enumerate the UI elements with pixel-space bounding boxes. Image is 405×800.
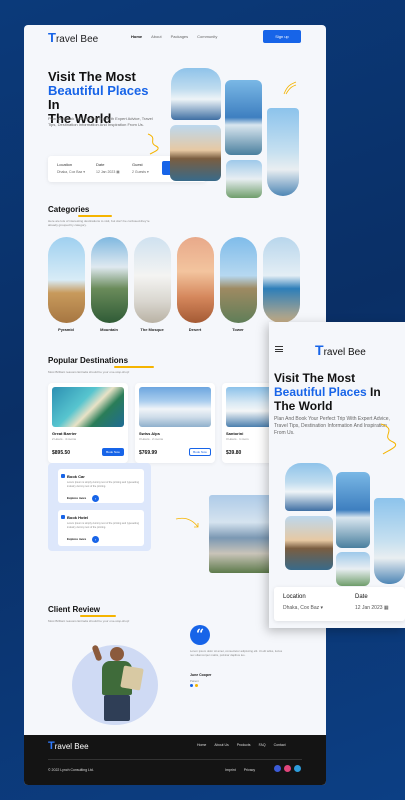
category-label: Tower xyxy=(232,327,244,332)
category-mountain-image[interactable] xyxy=(91,237,128,323)
destination-card[interactable]: Great Barrier 2 Hours · 4 rooms $895.50 … xyxy=(48,383,128,463)
footer-logo[interactable]: Travel Bee xyxy=(48,740,89,752)
mobile-preview: Travel Bee Visit The Most Beautiful Plac… xyxy=(269,322,405,628)
category-label: Desert xyxy=(188,327,202,332)
pager-dot[interactable] xyxy=(195,684,198,687)
category-pyramid-image[interactable] xyxy=(48,237,85,323)
copyright: © 2022 Lynch Consulting Ltd. xyxy=(48,768,94,772)
hotel-icon xyxy=(61,515,65,519)
nav-home[interactable]: Home xyxy=(131,34,142,39)
footer: Travel Bee Home About Us Products FAQ Co… xyxy=(24,735,326,785)
hero-image-coast xyxy=(267,108,299,196)
destination-image xyxy=(139,387,211,427)
nav-community[interactable]: Community xyxy=(197,34,217,39)
popular-subtitle: Most Brilliant reasons Entrada should be… xyxy=(48,370,130,374)
squiggle-arrow-icon xyxy=(147,133,159,155)
footer-link-home[interactable]: Home xyxy=(197,743,206,747)
review-text: Lorem ipsum dolor sit amet, consectetur … xyxy=(190,649,283,657)
review-subtitle: Most Brilliant reasons Entrada should be… xyxy=(48,619,130,623)
hero-subtitle: Plan And Book Your Perfect Trip With Exp… xyxy=(48,116,153,127)
booking-panel: Book Car Lorem Ipsum is simply dummy tex… xyxy=(48,463,151,551)
footer-link-contact[interactable]: Contact xyxy=(274,743,286,747)
mobile-hero-image-coast xyxy=(374,498,405,584)
instagram-icon[interactable] xyxy=(284,765,291,772)
book-car-card[interactable]: Book Car Lorem Ipsum is simply dummy tex… xyxy=(58,469,144,503)
hero-image-temple xyxy=(170,125,221,181)
footer-link-faq[interactable]: FAQ xyxy=(259,743,266,747)
guest-field[interactable]: Guest 2 Guests ▾ xyxy=(132,162,149,174)
reviewer-name: June Cooper xyxy=(190,673,212,677)
pager-dot[interactable] xyxy=(190,684,193,687)
categories-subtitle: Here are lots of interesting destination… xyxy=(48,219,150,227)
hero-image-santorini xyxy=(171,68,221,120)
arrow-right-icon[interactable]: › xyxy=(92,536,99,543)
brand-logo[interactable]: Travel Bee xyxy=(48,30,98,45)
mobile-hero-image-village xyxy=(336,552,370,586)
mobile-hero-image-santorini xyxy=(285,463,333,511)
review-title: Client Review xyxy=(48,605,101,614)
category-label: Pyramid xyxy=(58,327,74,332)
nav-about[interactable]: About xyxy=(151,34,161,39)
car-icon xyxy=(61,474,65,478)
book-hotel-card[interactable]: Book Hotel Lorem Ipsum is simply dummy t… xyxy=(58,510,144,546)
book-now-button[interactable]: Book Now xyxy=(189,448,211,456)
main-nav: Home About Packages Community xyxy=(131,34,217,39)
squiggle-arrow-icon xyxy=(380,423,397,455)
category-label: Mountain xyxy=(100,327,118,332)
category-desert-image[interactable] xyxy=(177,237,214,323)
arrow-right-icon[interactable]: › xyxy=(92,495,99,502)
destination-image xyxy=(52,387,124,427)
footer-link-products[interactable]: Products xyxy=(237,743,251,747)
curved-arrow-icon xyxy=(175,517,199,528)
title-underline xyxy=(78,215,112,217)
mobile-hero-title: Visit The Most Beautiful Places In The W… xyxy=(274,371,381,413)
location-field[interactable]: Location Dhaka, Cox Baz ▾ xyxy=(57,162,85,174)
review-pager xyxy=(190,684,198,687)
reviewer-role: Patient xyxy=(190,679,199,683)
privacy-link[interactable]: Privacy xyxy=(244,768,255,772)
twitter-icon[interactable] xyxy=(294,765,301,772)
mobile-hero-image-temple xyxy=(285,516,333,570)
imprint-link[interactable]: Imprint xyxy=(225,768,236,772)
nav-packages[interactable]: Packages xyxy=(171,34,189,39)
sun-doodle-icon xyxy=(283,81,297,95)
hero-image-church xyxy=(225,80,262,155)
title-underline xyxy=(114,366,154,368)
destination-card[interactable]: Swiss Alps 3 Hours · 2 rooms $769.99 Boo… xyxy=(135,383,215,463)
mobile-logo[interactable]: Travel Bee xyxy=(315,342,366,358)
signup-button[interactable]: Sign up xyxy=(263,30,301,43)
category-beach-image[interactable] xyxy=(263,237,300,323)
hero-image-village xyxy=(226,160,262,198)
mobile-hero-image-church xyxy=(336,472,370,548)
mobile-search-bar: Location Dhaka, Cox Baz ▾ Date 12 Jan 20… xyxy=(274,587,405,621)
category-tower-image[interactable] xyxy=(220,237,257,323)
popular-title: Popular Destinations xyxy=(48,356,129,365)
footer-link-about[interactable]: About Us xyxy=(214,743,228,747)
quote-icon: “ xyxy=(190,625,210,645)
date-field[interactable]: Date 12 Jan 2023 ▦ xyxy=(96,162,120,174)
book-now-button[interactable]: Book Now xyxy=(102,448,124,456)
footer-divider xyxy=(48,759,302,760)
title-underline xyxy=(80,615,116,617)
facebook-icon[interactable] xyxy=(274,765,281,772)
reviewer-photo xyxy=(90,644,154,725)
categories-title: Categories xyxy=(48,205,90,214)
mobile-location-field[interactable]: Location Dhaka, Cox Baz ▾ xyxy=(283,594,323,611)
category-mosque-image[interactable] xyxy=(134,237,171,323)
category-label: The Mosque xyxy=(140,327,164,332)
mobile-date-field[interactable]: Date 12 Jan 2023 ▦ xyxy=(355,594,389,611)
hamburger-menu-icon[interactable] xyxy=(275,346,283,354)
legal-links: Imprint Privacy xyxy=(225,768,255,772)
footer-nav: Home About Us Products FAQ Contact xyxy=(197,743,286,747)
